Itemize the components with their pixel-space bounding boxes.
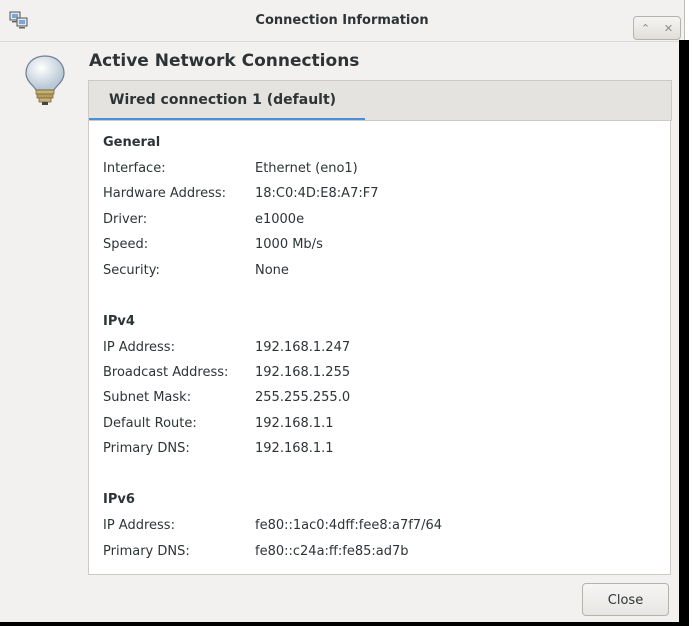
detail-key: Hardware Address:: [103, 186, 227, 201]
detail-key: Subnet Mask:: [103, 390, 192, 405]
connection-info-window: Connection Information ⌃ ✕ Active Networ…: [0, 0, 685, 626]
tab-wired-connection-1[interactable]: Wired connection 1 (default): [89, 81, 365, 121]
detail-value: None: [255, 263, 289, 278]
detail-value: fe80::c24a:ff:fe85:ad7b: [255, 544, 409, 559]
tab-label: Wired connection 1 (default): [109, 92, 337, 108]
close-button[interactable]: Close: [582, 583, 669, 616]
detail-value: 18:C0:4D:E8:A7:F7: [255, 186, 379, 201]
detail-value: 192.168.1.255: [255, 365, 351, 380]
section-title-general: General: [103, 135, 161, 150]
section-title-ipv6: IPv6: [103, 492, 135, 507]
connection-details-panel: General Interface: Ethernet (eno1) Hardwa…: [88, 120, 671, 575]
detail-key: IP Address:: [103, 340, 175, 355]
close-icon[interactable]: ✕: [660, 22, 678, 35]
window-edge: [679, 40, 689, 626]
detail-value: 192.168.1.1: [255, 441, 334, 456]
tab-bar: Wired connection 1 (default): [88, 80, 672, 121]
detail-value: 192.168.1.1: [255, 416, 334, 431]
detail-key: Primary DNS:: [103, 441, 190, 456]
window-bottom-edge: [0, 622, 684, 626]
window-title: Connection Information: [255, 13, 429, 28]
detail-value: 255.255.255.0: [255, 390, 351, 405]
detail-key: Primary DNS:: [103, 544, 190, 559]
detail-key: Default Route:: [103, 416, 197, 431]
detail-key: IP Address:: [103, 518, 175, 533]
title-buttons: ⌃ ✕: [633, 16, 681, 40]
detail-value: 1000 Mb/s: [255, 237, 323, 252]
detail-key: Driver:: [103, 212, 148, 227]
detail-key: Broadcast Address:: [103, 365, 229, 380]
detail-key: Interface:: [103, 161, 166, 176]
lightbulb-icon: [25, 55, 65, 105]
title-bar[interactable]: Connection Information ⌃ ✕: [0, 0, 684, 42]
maximize-icon[interactable]: ⌃: [637, 22, 655, 35]
detail-value: e1000e: [255, 212, 305, 227]
detail-value: Ethernet (eno1): [255, 161, 358, 176]
detail-value: 192.168.1.247: [255, 340, 351, 355]
section-title-ipv4: IPv4: [103, 314, 135, 329]
detail-key: Security:: [103, 263, 160, 278]
page-title: Active Network Connections: [89, 51, 360, 71]
detail-value: fe80::1ac0:4dff:fee8:a7f7/64: [255, 518, 443, 533]
detail-key: Speed:: [103, 237, 149, 252]
